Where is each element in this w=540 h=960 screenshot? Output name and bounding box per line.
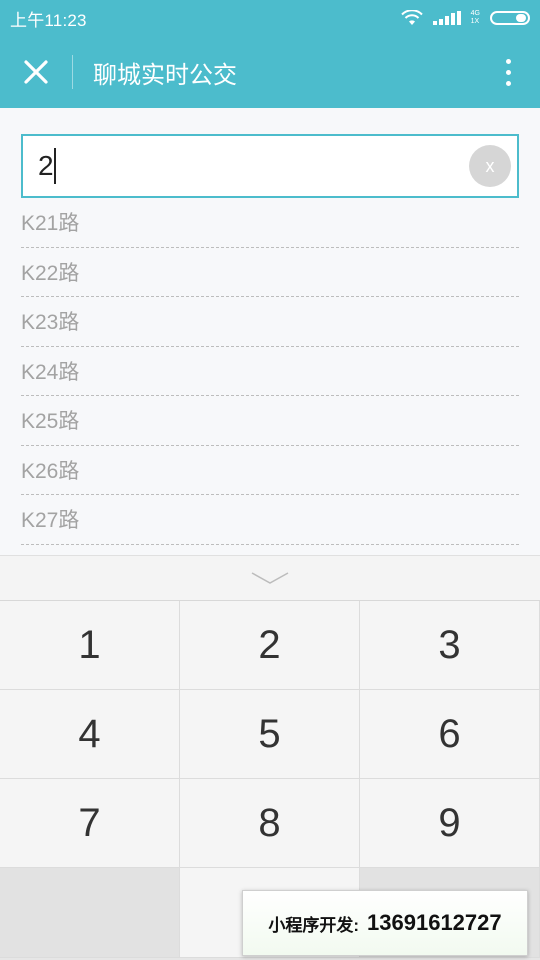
key-7[interactable]: 7	[0, 779, 180, 868]
clear-button[interactable]: x	[469, 145, 511, 187]
promo-phone: 13691612727	[367, 910, 502, 935]
battery-icon	[490, 11, 530, 25]
network-1x: 1X	[470, 18, 480, 25]
promo-banner: 小程序开发: 13691612727	[242, 890, 528, 956]
suggestion-item[interactable]: K22路	[21, 248, 519, 297]
close-icon	[24, 60, 48, 84]
key-6[interactable]: 6	[360, 690, 540, 779]
more-menu-button[interactable]	[476, 36, 540, 108]
suggestion-item[interactable]: K24路	[21, 347, 519, 396]
chevron-down-icon	[251, 572, 289, 584]
key-blank[interactable]	[0, 868, 180, 958]
close-button[interactable]	[0, 36, 72, 108]
more-vertical-icon	[505, 58, 511, 64]
more-vertical-icon-dot	[505, 80, 511, 86]
search-input[interactable]	[23, 136, 517, 196]
page-title: 聊城实时公交	[93, 61, 237, 89]
suggestion-item[interactable]: K26路	[21, 446, 519, 495]
signal-icon	[432, 11, 461, 25]
hide-keyboard-button[interactable]	[0, 555, 540, 601]
status-indicators: 4G 1X	[400, 10, 530, 26]
text-caret	[54, 148, 56, 184]
promo-label: 小程序开发:	[268, 915, 360, 935]
suggestion-list: K21路 K22路 K23路 K24路 K25路 K26路 K27路	[21, 198, 519, 545]
status-bar: 上午11:23 4G 1X	[0, 0, 540, 36]
status-time: 上午11:23	[10, 10, 87, 30]
key-8[interactable]: 8	[180, 779, 360, 868]
key-2[interactable]: 2	[180, 601, 360, 690]
wifi-icon	[400, 10, 423, 26]
app-header: 聊城实时公交	[0, 36, 540, 108]
key-9[interactable]: 9	[360, 779, 540, 868]
key-4[interactable]: 4	[0, 690, 180, 779]
suggestion-item[interactable]: K27路	[21, 495, 519, 545]
header-divider	[72, 55, 73, 89]
suggestion-item[interactable]: K23路	[21, 297, 519, 347]
suggestion-item[interactable]: K25路	[21, 396, 519, 446]
key-3[interactable]: 3	[360, 601, 540, 690]
battery-level	[516, 14, 526, 22]
search-box: x	[21, 134, 519, 198]
network-type: 4G 1X	[471, 10, 480, 26]
suggestion-item[interactable]: K21路	[21, 198, 519, 248]
network-4g: 4G	[470, 10, 480, 17]
more-vertical-icon-dot	[505, 69, 511, 75]
key-5[interactable]: 5	[180, 690, 360, 779]
key-1[interactable]: 1	[0, 601, 180, 690]
